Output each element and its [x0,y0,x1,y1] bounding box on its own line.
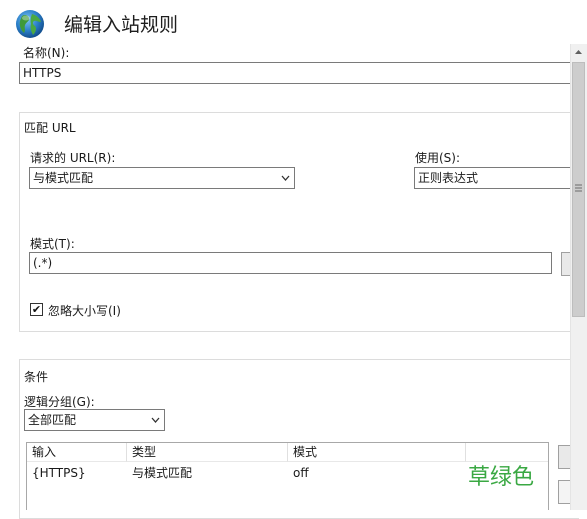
using-select[interactable]: 正则表达式 [414,167,579,189]
name-field[interactable]: HTTPS [19,62,579,84]
requested-url-value: 与模式匹配 [33,171,94,185]
using-label: 使用(S): [415,151,461,165]
column-header-type[interactable]: 类型 [127,443,288,462]
row-type-cell: 与模式匹配 [132,466,193,480]
page-title: 编辑入站规则 [64,14,179,36]
checkmark-icon: ✔ [31,303,42,316]
logical-grouping-select[interactable]: 全部匹配 [24,409,165,431]
requested-url-select[interactable]: 与模式匹配 [29,167,295,189]
chevron-down-icon [281,168,290,196]
chevron-down-icon [151,410,160,438]
scroll-up-arrow-icon[interactable] [570,44,587,61]
logical-grouping-value: 全部匹配 [28,413,77,427]
globe-icon [16,10,44,38]
watermark-text: 草绿色 [468,465,535,490]
using-value: 正则表达式 [418,171,479,185]
pattern-field[interactable]: (.*) [29,252,552,274]
name-value: HTTPS [23,66,62,80]
pattern-label: 模式(T): [30,237,75,251]
column-header-pattern[interactable]: 模式 [288,443,466,462]
row-pattern-cell: off [293,466,309,480]
match-url-panel [19,112,579,332]
match-url-section-title: 匹配 URL [24,121,76,135]
pattern-value: (.*) [33,256,53,270]
row-input-cell: {HTTPS} [32,466,86,480]
name-label: 名称(N): [23,46,70,60]
scrollbar-grip-icon [575,184,582,192]
ignore-case-label: 忽略大小写(I) [48,304,121,318]
conditions-section-title: 条件 [24,370,49,384]
requested-url-label: 请求的 URL(R): [30,151,116,165]
ignore-case-checkbox[interactable]: ✔ [30,303,43,316]
column-header-input[interactable]: 输入 [27,443,127,462]
logical-grouping-label: 逻辑分组(G): [24,395,95,409]
